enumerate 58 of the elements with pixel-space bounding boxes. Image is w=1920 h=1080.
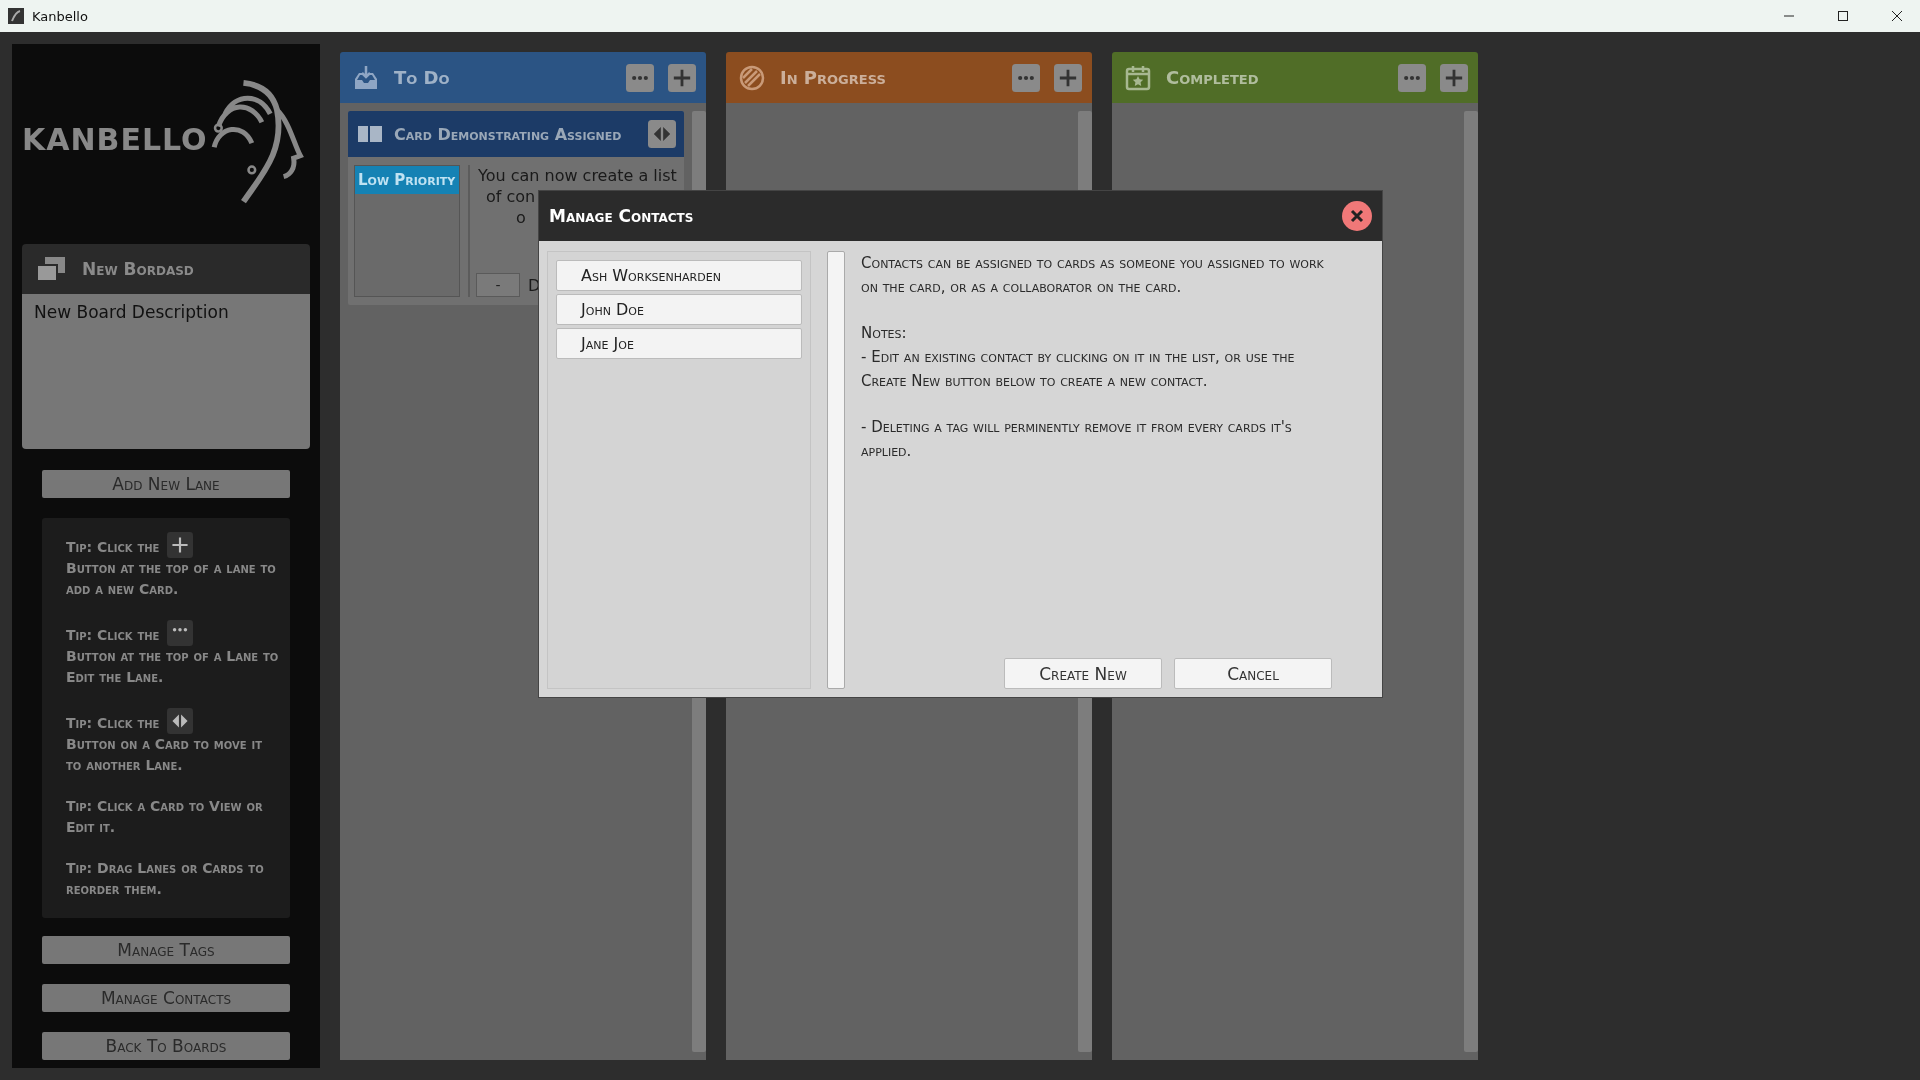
lane-title: In Progress [780,67,887,88]
card-text: o [516,207,526,228]
card-footer-button[interactable]: - [476,273,520,297]
add-card-button[interactable] [1440,63,1468,92]
scrollbar[interactable] [827,251,845,689]
card-text: of con [486,186,536,207]
plus-icon [167,532,194,558]
lane-options-button[interactable] [1398,63,1426,92]
tip-text: Button at the top of a Lane to Edit the Lane. [66,647,280,687]
help-text: Contacts can be assigned to cards as someone you assigned to work on the card, or as a collaborator on the card. [861,253,1325,298]
lane-options-button[interactable] [1012,63,1040,92]
left-right-arrows-icon [167,708,194,734]
priority-tag: Low Priority [355,166,459,194]
help-text: - Deleting a tag will perminently remove it from every cards it's applied. [861,417,1293,462]
contact-item[interactable]: Jane Joe [556,328,802,359]
tip-text: Tip: Click a Card to View or Edit it. [66,797,264,837]
move-card-button[interactable] [648,120,676,148]
tip-text: Tip: Click the [66,538,160,557]
board-title: New Bordasd [82,259,194,279]
sidebar-button[interactable]: Manage Tags [42,936,290,964]
inbox-download-icon [352,63,380,92]
app-icon [8,8,24,24]
window-title: Kanbello [32,8,89,24]
lane-header[interactable]: Completed [1112,52,1478,103]
calendar-star-icon [1124,63,1152,92]
lane-header[interactable]: In Progress [726,52,1092,103]
add-card-button[interactable] [668,63,696,92]
close-button[interactable] [1342,201,1372,231]
close-icon [1349,208,1365,224]
striped-circle-icon [738,63,766,92]
sidebar-button[interactable]: Manage Contacts [42,984,290,1012]
close-icon [1891,10,1903,22]
scrollbar[interactable] [1464,111,1478,1052]
tip-text: Button at the top of a lane to add a new Card. [66,559,277,599]
dialog-button[interactable]: Cancel [1174,658,1332,689]
tip-text: Button on a Card to move it to another Lane. [66,735,264,775]
tip-text: Tip: Click the [66,626,160,645]
board-description: New Board Description [34,302,229,322]
sidebar-button[interactable]: Back To Boards [42,1032,290,1060]
help-text: - Edit an existing contact by clicking on it in the list, or use the Create New button below to create a new contact. [861,347,1296,392]
logo-text: KANBELLO [22,121,208,157]
lane-title: To Do [394,67,451,88]
add-card-button[interactable] [1054,63,1082,92]
tip-text: Tip: Click the [66,714,160,733]
contact-item[interactable]: John Doe [556,294,802,325]
tip-text: Tip: Drag Lanes or Cards to reorder them. [66,859,265,899]
lane-title: Completed [1166,67,1260,88]
stacked-squares-icon [36,255,66,283]
lane-options-button[interactable] [626,63,654,92]
add-new-lane-button[interactable]: Add New Lane [42,470,290,498]
dialog-button[interactable]: Create New [1004,658,1162,689]
lane-header[interactable]: To Do [340,52,706,103]
card-title: Card Demonstrating Assigned [394,124,623,144]
more-icon [167,620,194,646]
maximize-icon [1837,10,1849,22]
contact-item[interactable]: Ash Worksenharden [556,260,802,291]
card-text: You can now create a list [478,165,677,186]
help-text: Notes: [861,323,908,344]
